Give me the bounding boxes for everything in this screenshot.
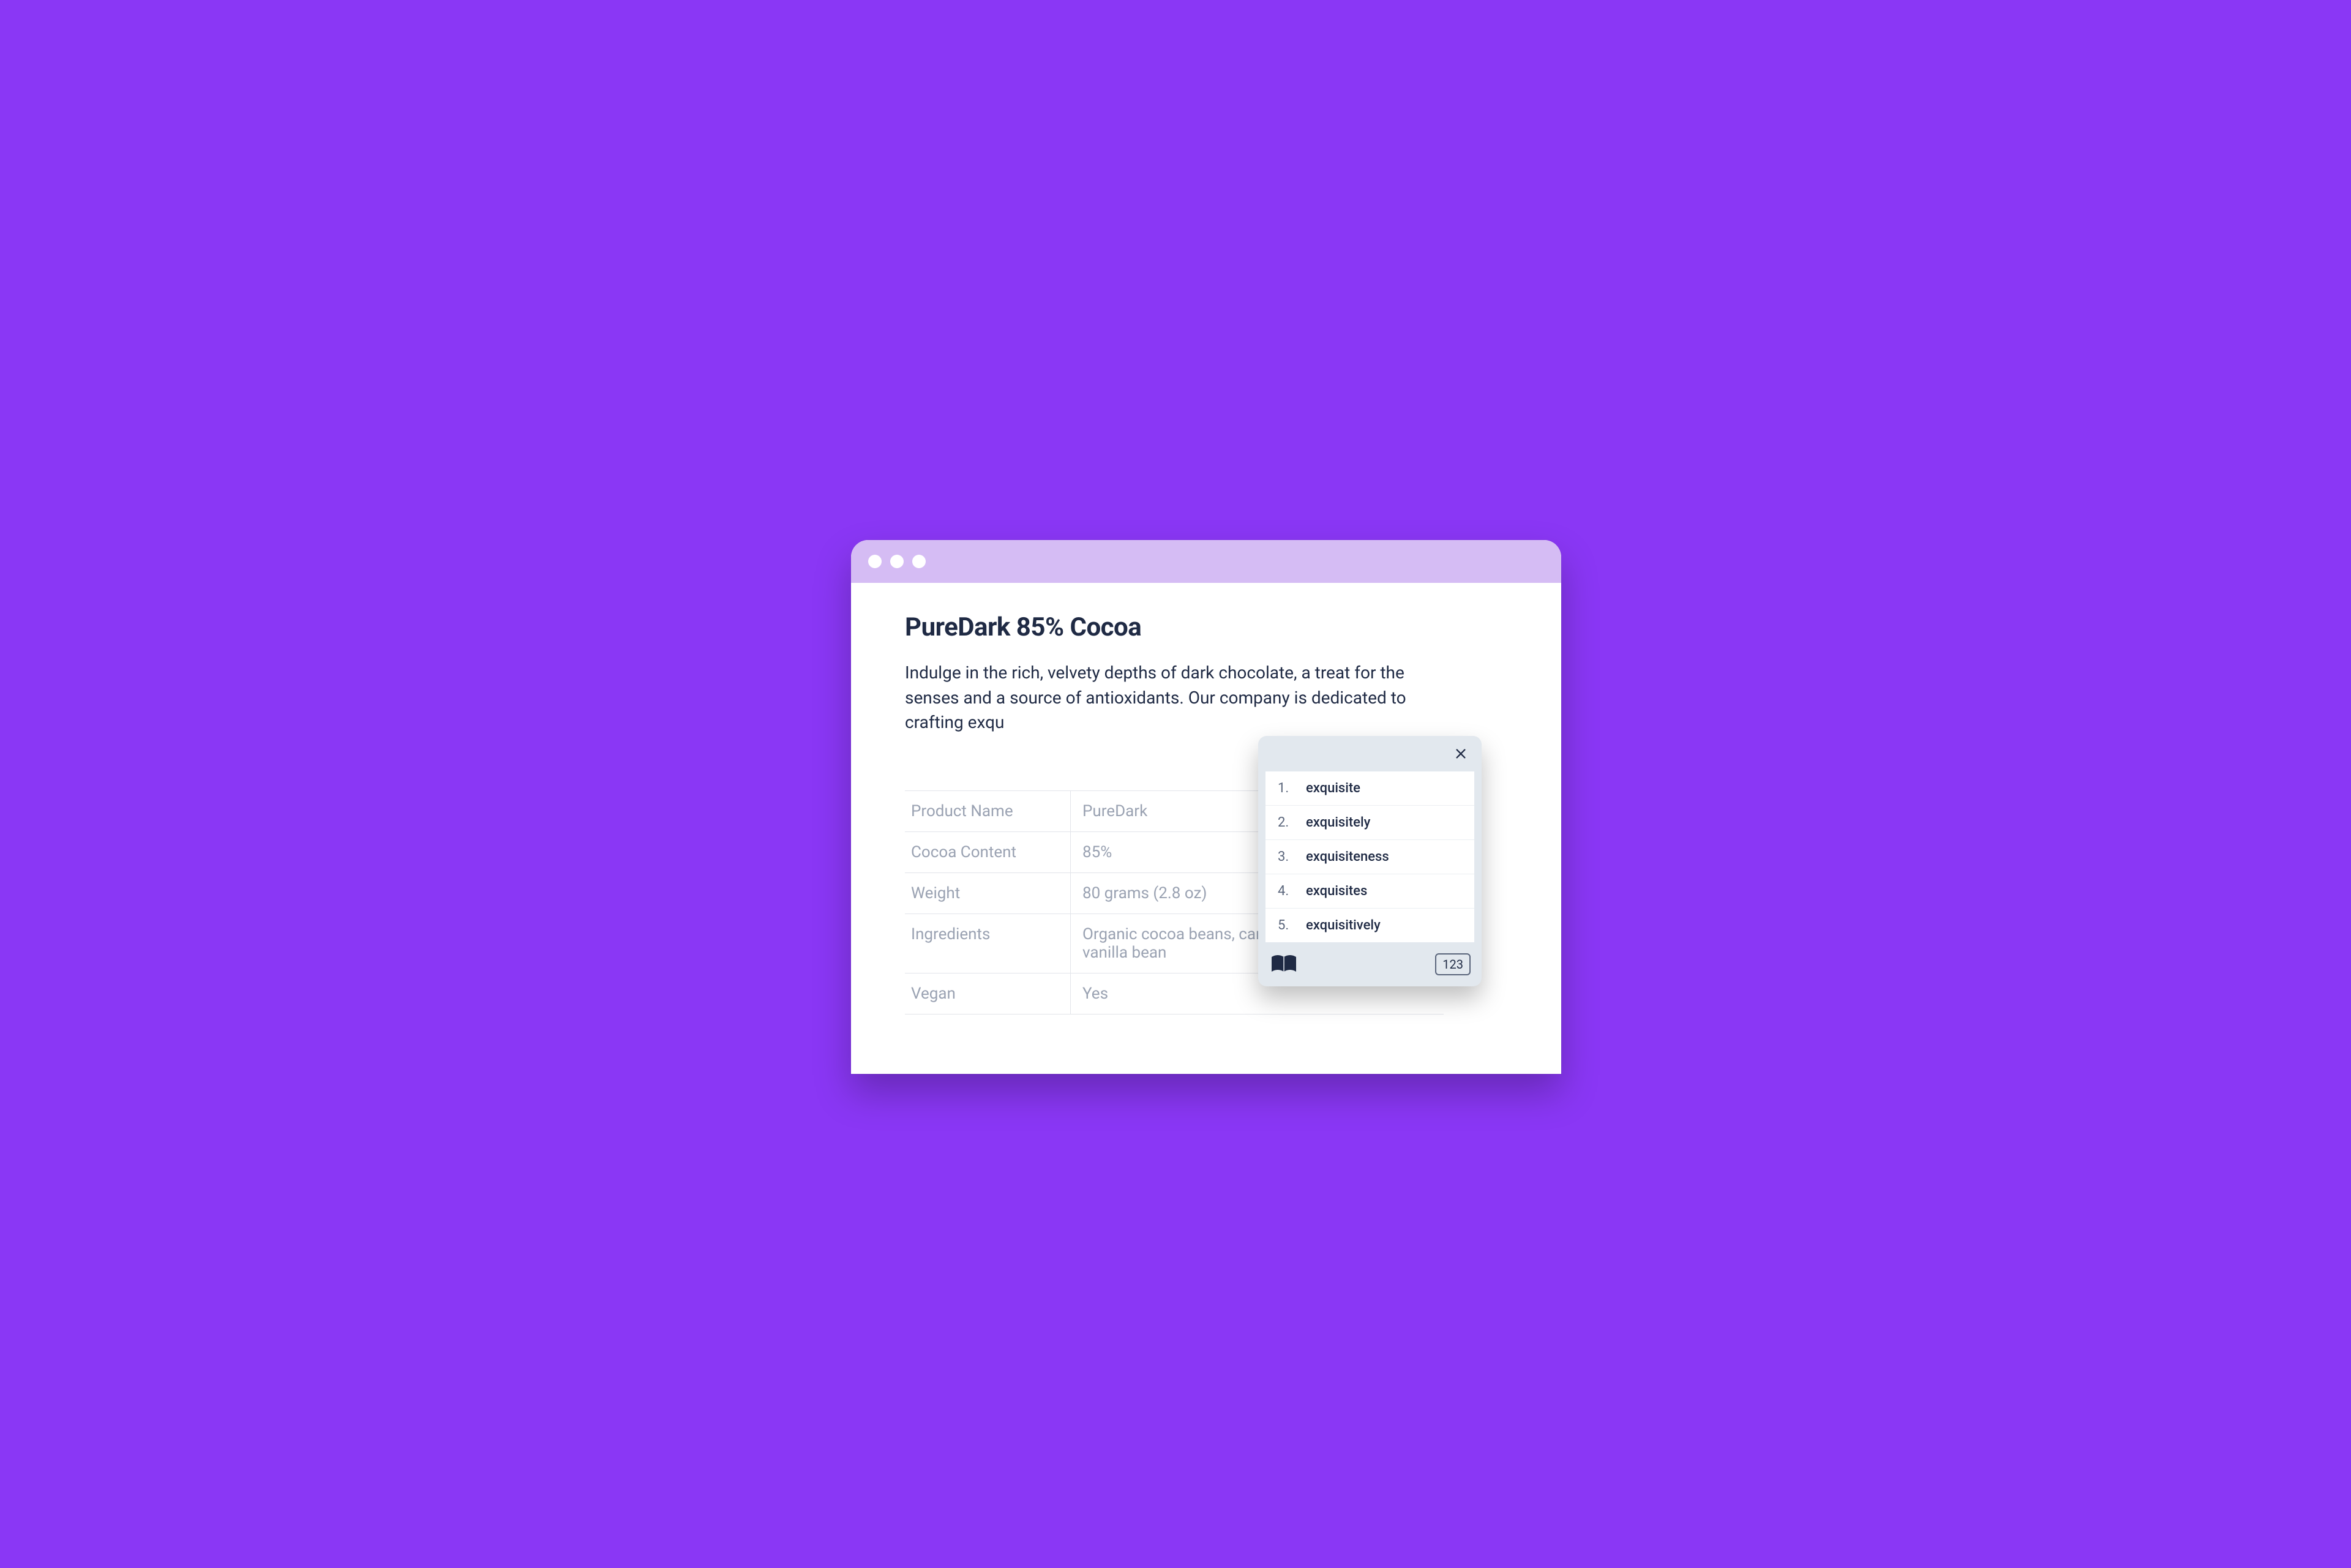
window-titlebar — [851, 540, 1561, 583]
suggestion-number: 1. — [1278, 781, 1292, 796]
spec-label: Vegan — [911, 985, 1082, 1003]
spec-label: Ingredients — [911, 925, 1082, 962]
suggestion-number: 3. — [1278, 849, 1292, 865]
suggestion-number: 4. — [1278, 883, 1292, 899]
suggestion-list: 1. exquisite 2. exquisitely 3. exquisite… — [1265, 771, 1474, 942]
suggestion-word: exquisitively — [1306, 918, 1381, 933]
window-close-dot[interactable] — [868, 555, 882, 568]
popover-footer: 123 — [1258, 942, 1482, 986]
suggestion-number: 2. — [1278, 815, 1292, 830]
spec-label: Weight — [911, 884, 1082, 902]
book-icon[interactable] — [1269, 953, 1299, 975]
spec-label: Product Name — [911, 802, 1082, 820]
suggestion-item[interactable]: 2. exquisitely — [1265, 806, 1474, 840]
suggestion-item[interactable]: 4. exquisites — [1265, 874, 1474, 909]
page-title: PureDark 85% Cocoa — [905, 612, 1518, 642]
app-stage: PureDark 85% Cocoa Indulge in the rich, … — [741, 494, 1610, 1074]
autocomplete-popover: 1. exquisite 2. exquisitely 3. exquisite… — [1258, 736, 1482, 986]
window-minimize-dot[interactable] — [890, 555, 904, 568]
body-paragraph[interactable]: Indulge in the rich, velvety depths of d… — [905, 661, 1407, 735]
suggestion-word: exquisiteness — [1306, 849, 1389, 865]
close-icon[interactable] — [1451, 744, 1471, 763]
suggestion-word: exquisite — [1306, 781, 1360, 796]
numeric-keypad-button[interactable]: 123 — [1435, 953, 1471, 975]
suggestion-item[interactable]: 1. exquisite — [1265, 771, 1474, 806]
suggestion-item[interactable]: 5. exquisitively — [1265, 909, 1474, 942]
suggestion-word: exquisites — [1306, 883, 1367, 899]
window-zoom-dot[interactable] — [912, 555, 926, 568]
spec-value: Yes — [1082, 985, 1438, 1003]
spec-label: Cocoa Content — [911, 843, 1082, 861]
popover-header — [1258, 736, 1482, 771]
suggestion-word: exquisitely — [1306, 815, 1370, 830]
suggestion-item[interactable]: 3. exquisiteness — [1265, 840, 1474, 874]
suggestion-number: 5. — [1278, 918, 1292, 933]
